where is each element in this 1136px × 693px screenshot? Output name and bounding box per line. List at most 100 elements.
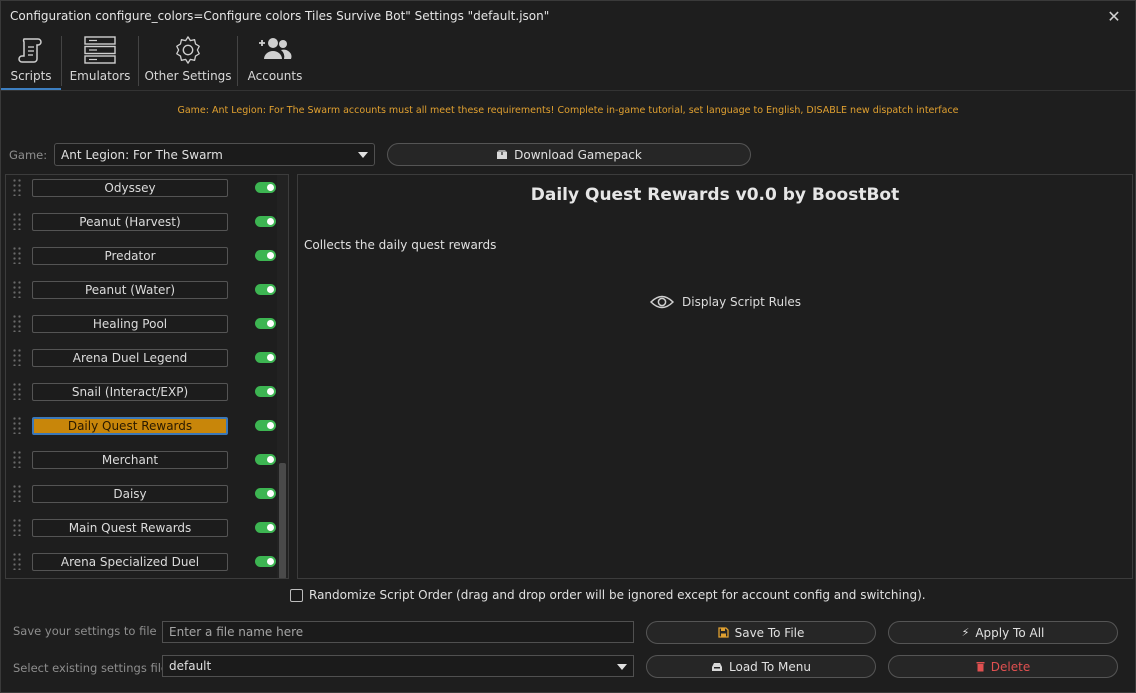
script-description: Collects the daily quest rewards bbox=[304, 238, 497, 252]
script-button[interactable]: Odyssey bbox=[32, 179, 228, 197]
script-toggle[interactable] bbox=[255, 420, 276, 431]
save-settings-label: Save your settings to file bbox=[13, 624, 157, 638]
list-item[interactable]: Peanut (Harvest) bbox=[6, 209, 278, 243]
download-gamepack-label: Download Gamepack bbox=[514, 147, 642, 162]
tab-other-settings[interactable]: Other Settings bbox=[139, 32, 237, 90]
randomize-checkbox[interactable] bbox=[290, 588, 303, 602]
list-item[interactable]: Merchant bbox=[6, 447, 278, 481]
tab-scripts[interactable]: Scripts bbox=[1, 32, 61, 90]
list-item[interactable]: Peanut (Water) bbox=[6, 277, 278, 311]
settings-window: Configuration configure_colors=Configure… bbox=[0, 0, 1136, 693]
list-item[interactable]: Predator bbox=[6, 243, 278, 277]
list-item[interactable]: Daisy bbox=[6, 481, 278, 515]
game-select-value: Ant Legion: For The Swarm bbox=[61, 147, 223, 162]
drag-handle-icon[interactable] bbox=[12, 246, 22, 264]
script-toggle[interactable] bbox=[255, 386, 276, 397]
settings-file-select[interactable]: default bbox=[162, 655, 634, 677]
scroll-icon bbox=[18, 38, 42, 63]
script-button[interactable]: Arena Specialized Duel bbox=[32, 553, 228, 571]
drag-handle-icon[interactable] bbox=[12, 518, 22, 536]
load-to-menu-button[interactable]: Load To Menu bbox=[646, 655, 876, 678]
select-settings-label: Select existing settings file bbox=[13, 661, 168, 675]
script-button[interactable]: Healing Pool bbox=[32, 315, 228, 333]
list-item[interactable]: Daily Quest Rewards bbox=[6, 413, 278, 447]
tab-label: Emulators bbox=[69, 69, 131, 83]
save-to-file-label: Save To File bbox=[734, 625, 805, 640]
tab-bar-divider bbox=[1, 90, 1135, 91]
script-list-scrollbar[interactable] bbox=[277, 175, 288, 578]
tab-emulators[interactable]: Emulators bbox=[62, 32, 138, 90]
tray-icon bbox=[712, 662, 722, 671]
package-icon bbox=[497, 150, 508, 159]
script-toggle[interactable] bbox=[255, 216, 276, 227]
script-button[interactable]: Arena Duel Legend bbox=[32, 349, 228, 367]
requirements-notice: Game: Ant Legion: For The Swarm accounts… bbox=[177, 105, 959, 116]
script-button[interactable]: Peanut (Water) bbox=[32, 281, 228, 299]
script-button-selected[interactable]: Daily Quest Rewards bbox=[32, 417, 228, 435]
drag-handle-icon[interactable] bbox=[12, 450, 22, 468]
script-toggle[interactable] bbox=[255, 284, 276, 295]
list-item[interactable]: Healing Pool bbox=[6, 311, 278, 345]
drag-handle-icon[interactable] bbox=[12, 484, 22, 502]
lightning-icon: ⚡ bbox=[961, 626, 970, 639]
list-item[interactable]: Snail (Interact/EXP) bbox=[6, 379, 278, 413]
chevron-down-icon bbox=[358, 152, 368, 158]
list-item[interactable]: Arena Specialized Duel bbox=[6, 549, 278, 578]
delete-button[interactable]: Delete bbox=[888, 655, 1118, 678]
gear-icon bbox=[176, 36, 200, 64]
script-toggle[interactable] bbox=[255, 182, 276, 193]
script-title: Daily Quest Rewards v0.0 by BoostBot bbox=[530, 185, 900, 205]
drag-handle-icon[interactable] bbox=[12, 212, 22, 230]
chevron-down-icon bbox=[617, 664, 627, 670]
display-script-rules-button[interactable]: Display Script Rules bbox=[650, 294, 801, 310]
script-toggle[interactable] bbox=[255, 250, 276, 261]
drag-handle-icon[interactable] bbox=[12, 348, 22, 366]
eye-icon bbox=[650, 295, 674, 309]
file-name-input[interactable] bbox=[162, 621, 634, 643]
script-button[interactable]: Merchant bbox=[32, 451, 228, 469]
script-toggle[interactable] bbox=[255, 352, 276, 363]
randomize-label: Randomize Script Order (drag and drop or… bbox=[309, 588, 926, 602]
tab-accounts[interactable]: Accounts bbox=[238, 32, 312, 90]
game-label: Game: bbox=[9, 148, 48, 162]
script-button[interactable]: Daisy bbox=[32, 485, 228, 503]
drag-handle-icon[interactable] bbox=[12, 178, 22, 196]
script-toggle[interactable] bbox=[255, 522, 276, 533]
script-toggle[interactable] bbox=[255, 318, 276, 329]
users-add-icon bbox=[259, 38, 292, 59]
save-to-file-button[interactable]: Save To File bbox=[646, 621, 876, 644]
game-select[interactable]: Ant Legion: For The Swarm bbox=[54, 143, 375, 166]
drag-handle-icon[interactable] bbox=[12, 552, 22, 570]
list-item[interactable]: Arena Duel Legend bbox=[6, 345, 278, 379]
list-item[interactable]: Odyssey bbox=[6, 175, 278, 209]
close-button[interactable]: ✕ bbox=[1103, 5, 1125, 27]
drag-handle-icon[interactable] bbox=[12, 280, 22, 298]
script-button[interactable]: Peanut (Harvest) bbox=[32, 213, 228, 231]
script-button[interactable]: Snail (Interact/EXP) bbox=[32, 383, 228, 401]
scrollbar-thumb[interactable] bbox=[279, 463, 286, 578]
display-script-rules-label: Display Script Rules bbox=[682, 295, 802, 309]
close-icon: ✕ bbox=[1107, 6, 1121, 26]
script-button[interactable]: Predator bbox=[32, 247, 228, 265]
script-toggle[interactable] bbox=[255, 454, 276, 465]
drag-handle-icon[interactable] bbox=[12, 416, 22, 434]
list-item[interactable]: Main Quest Rewards bbox=[6, 515, 278, 549]
script-toggle[interactable] bbox=[255, 556, 276, 567]
script-list[interactable]: Odyssey Peanut (Harvest) Predator Peanut… bbox=[5, 174, 289, 579]
settings-file-value: default bbox=[169, 659, 212, 673]
apply-to-all-button[interactable]: ⚡ Apply To All bbox=[888, 621, 1118, 644]
apply-to-all-label: Apply To All bbox=[975, 625, 1045, 640]
script-button[interactable]: Main Quest Rewards bbox=[32, 519, 228, 537]
tab-label: Scripts bbox=[10, 69, 52, 83]
script-toggle[interactable] bbox=[255, 488, 276, 499]
server-icon bbox=[84, 36, 116, 64]
trash-icon bbox=[976, 662, 985, 672]
download-gamepack-button[interactable]: Download Gamepack bbox=[387, 143, 751, 166]
title-bar: Configuration configure_colors=Configure… bbox=[1, 1, 1135, 31]
delete-label: Delete bbox=[990, 659, 1031, 674]
script-detail-panel: Daily Quest Rewards v0.0 by BoostBot Col… bbox=[297, 174, 1133, 579]
drag-handle-icon[interactable] bbox=[12, 382, 22, 400]
drag-handle-icon[interactable] bbox=[12, 314, 22, 332]
load-to-menu-label: Load To Menu bbox=[729, 659, 811, 674]
tab-label: Other Settings bbox=[144, 69, 232, 83]
